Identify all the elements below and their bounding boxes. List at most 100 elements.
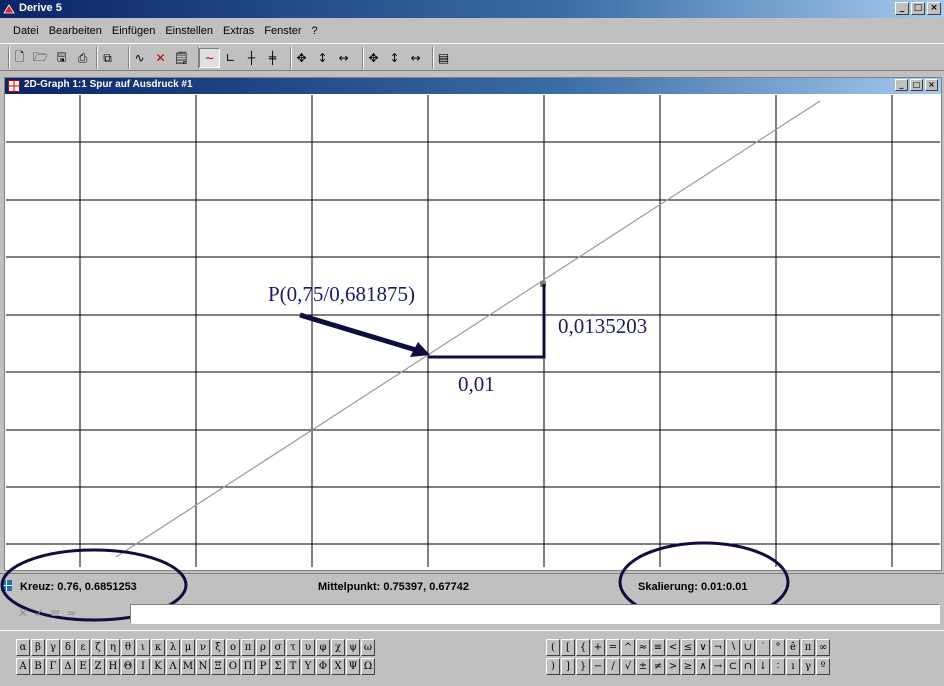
symbol-button[interactable]: Ρ [256,658,270,675]
symbol-button[interactable]: π [241,639,255,656]
copy-icon[interactable]: ⧉ [97,48,118,68]
symbol-button[interactable]: ρ [256,639,270,656]
symbol-button[interactable]: ω [361,639,375,656]
symbol-button[interactable]: Η [106,658,120,675]
menu-bearbeiten[interactable]: Bearbeiten [49,25,102,37]
symbol-button[interactable]: β [31,639,45,656]
symbol-button[interactable]: υ [301,639,315,656]
symbol-button[interactable]: ≈ [636,639,650,656]
print-icon[interactable]: ⎙ [72,48,93,68]
symbol-button[interactable]: ∪ [741,639,755,656]
symbol-button[interactable]: ê [786,639,800,656]
minimize-button[interactable]: _ [895,2,909,15]
crosshair-icon[interactable]: ┼ [241,48,262,68]
symbol-button[interactable]: Θ [121,658,135,675]
symbol-button[interactable]: ± [636,658,650,675]
trace-mode-icon[interactable]: ∼ [199,48,220,68]
symbol-button[interactable]: º [816,658,830,675]
symbol-button[interactable]: √ [621,658,635,675]
symbol-button[interactable]: [ [561,639,575,656]
maximize-button[interactable]: □ [911,2,925,15]
symbol-button[interactable]: π [801,639,815,656]
symbol-button[interactable]: ı [786,658,800,675]
open-folder-icon[interactable]: 🗁 [30,48,51,68]
menu-fenster[interactable]: Fenster [264,25,301,37]
symbol-button[interactable]: ∞ [816,639,830,656]
symbol-button[interactable]: = [606,639,620,656]
symbol-button[interactable]: Λ [166,658,180,675]
symbol-button[interactable]: Δ [61,658,75,675]
expression-input[interactable] [130,604,940,624]
symbol-button[interactable]: ] [561,658,575,675]
graph-minimize-button[interactable]: _ [895,79,908,91]
entry-cancel-icon[interactable]: ✕ [18,606,28,620]
new-file-icon[interactable]: 🗋 [9,48,30,68]
menu-datei[interactable]: Datei [13,25,39,37]
symbol-button[interactable]: ¬ [711,639,725,656]
symbol-button[interactable]: − [591,658,605,675]
symbol-button[interactable]: ψ [346,639,360,656]
entry-ok-icon[interactable]: ✓ [34,606,44,620]
symbol-button[interactable]: ∖ [726,639,740,656]
symbol-button[interactable]: μ [181,639,195,656]
symbol-button[interactable]: Υ [301,658,315,675]
symbol-button[interactable]: α [16,639,30,656]
symbol-button[interactable]: γ [46,639,60,656]
symbol-button[interactable]: Α [16,658,30,675]
symbol-button[interactable]: τ [286,639,300,656]
zoom-out-horizontal-icon[interactable]: ↔ [405,48,426,68]
symbol-button[interactable]: φ [316,639,330,656]
plot-area[interactable]: P(0,75/0,681875) 0,01 0,0135203 [6,95,940,567]
symbol-button[interactable]: Μ [181,658,195,675]
symbol-button[interactable]: } [576,658,590,675]
symbol-button[interactable]: σ [271,639,285,656]
symbol-button[interactable]: ^ [621,639,635,656]
symbol-button[interactable]: ∧ [696,658,710,675]
symbol-button[interactable]: + [591,639,605,656]
symbol-button[interactable]: ( [546,639,560,656]
symbol-button[interactable]: ≤ [681,639,695,656]
symbol-button[interactable]: θ [121,639,135,656]
symbol-button[interactable]: ˙ [756,639,770,656]
symbol-button[interactable]: χ [331,639,345,656]
zoom-both-icon[interactable]: ✥ [291,48,312,68]
symbol-button[interactable]: λ [166,639,180,656]
zoom-out-vertical-icon[interactable]: ↕ [384,48,405,68]
insert-annotation-icon[interactable]: 🗒 [171,48,192,68]
symbol-button[interactable]: Π [241,658,255,675]
symbol-button[interactable]: ↓ [756,658,770,675]
symbol-button[interactable]: ≠ [651,658,665,675]
close-button[interactable]: × [927,2,941,15]
symbol-button[interactable]: Ξ [211,658,225,675]
symbol-button[interactable]: ξ [211,639,225,656]
symbol-button[interactable]: ∨ [696,639,710,656]
delete-plot-icon[interactable]: ✕ [150,48,171,68]
symbol-button[interactable]: Σ [271,658,285,675]
grid-cross-icon[interactable]: ╪ [262,48,283,68]
symbol-button[interactable]: γ [801,658,815,675]
symbol-button[interactable]: Ψ [346,658,360,675]
symbol-button[interactable]: κ [151,639,165,656]
symbol-button[interactable]: Ο [226,658,240,675]
symbol-button[interactable]: ν [196,639,210,656]
symbol-button[interactable]: Ν [196,658,210,675]
menu-extras[interactable]: Extras [223,25,254,37]
symbol-button[interactable]: ≥ [681,658,695,675]
symbol-button[interactable]: ζ [91,639,105,656]
graph-maximize-button[interactable]: □ [910,79,923,91]
symbol-button[interactable]: Ε [76,658,90,675]
symbol-button[interactable]: Β [31,658,45,675]
symbol-button[interactable]: ο [226,639,240,656]
symbol-button[interactable]: Χ [331,658,345,675]
symbol-button[interactable]: Ι [136,658,150,675]
symbol-button[interactable]: Γ [46,658,60,675]
axes-icon[interactable]: ∟ [220,48,241,68]
symbol-button[interactable]: Τ [286,658,300,675]
symbol-button[interactable]: ι [136,639,150,656]
zoom-vertical-icon[interactable]: ↕ [312,48,333,68]
plot-icon[interactable]: ∿ [129,48,150,68]
symbol-button[interactable]: ∩ [741,658,755,675]
save-icon[interactable]: 🖫 [51,48,72,68]
symbol-button[interactable]: Φ [316,658,330,675]
symbol-button[interactable]: ) [546,658,560,675]
